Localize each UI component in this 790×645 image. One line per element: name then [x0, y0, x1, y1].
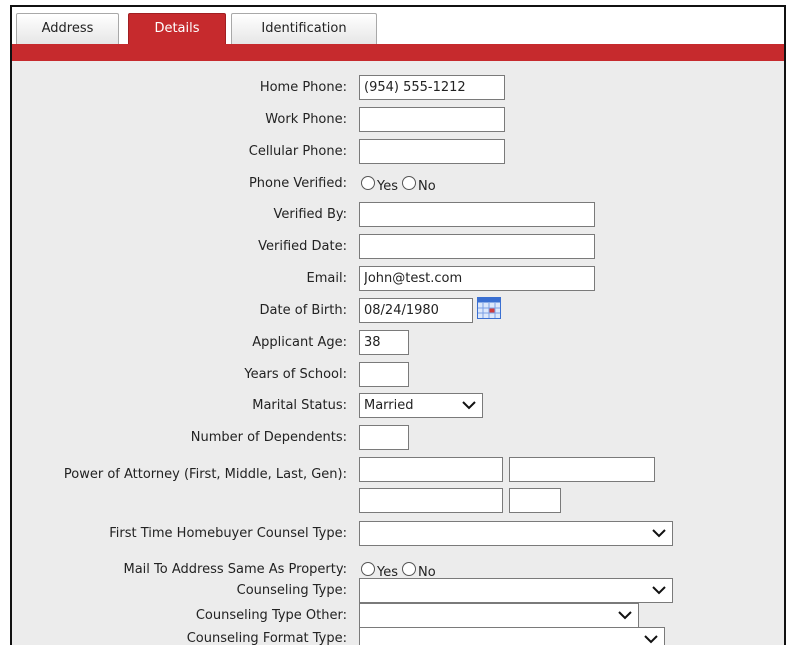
- chevron-down-icon: [618, 611, 632, 620]
- date-of-birth-field[interactable]: [359, 298, 473, 323]
- phone-verified-no-label: No: [418, 178, 436, 194]
- phone-verified-label: Phone Verified:: [248, 176, 347, 191]
- tab-bar: Address Details Identification: [12, 7, 784, 44]
- marital-status-label: Marital Status:: [252, 398, 347, 413]
- power-of-attorney-last-field[interactable]: [359, 488, 503, 513]
- details-panel: Address Details Identification Home Phon…: [10, 5, 786, 645]
- verified-date-field[interactable]: [359, 234, 595, 259]
- home-phone-field[interactable]: [359, 75, 505, 100]
- number-of-dependents-label: Number of Dependents:: [190, 430, 347, 445]
- number-of-dependents-field[interactable]: [359, 425, 409, 450]
- home-phone-label: Home Phone:: [259, 80, 347, 95]
- power-of-attorney-label: Power of Attorney (First, Middle, Last, …: [63, 467, 347, 482]
- work-phone-field[interactable]: [359, 107, 505, 132]
- applicant-age-field[interactable]: [359, 330, 409, 355]
- email-field[interactable]: [359, 266, 595, 291]
- phone-verified-no-radio[interactable]: [402, 176, 416, 190]
- counseling-type-select[interactable]: [359, 578, 673, 603]
- work-phone-label: Work Phone:: [265, 112, 347, 127]
- chevron-down-icon: [652, 586, 666, 595]
- verified-date-label: Verified Date:: [258, 239, 347, 254]
- power-of-attorney-middle-field[interactable]: [509, 457, 655, 482]
- tab-address[interactable]: Address: [16, 13, 119, 44]
- first-time-homebuyer-counsel-type-label: First Time Homebuyer Counsel Type:: [109, 526, 347, 541]
- chevron-down-icon: [652, 529, 666, 538]
- years-of-school-label: Years of School:: [244, 367, 347, 382]
- cellular-phone-label: Cellular Phone:: [248, 144, 347, 159]
- email-label: Email:: [306, 271, 347, 286]
- marital-status-select[interactable]: Married: [359, 393, 483, 418]
- chevron-down-icon: [644, 635, 658, 644]
- counseling-type-other-label: Counseling Type Other:: [195, 608, 347, 623]
- phone-verified-yes-radio[interactable]: [361, 176, 375, 190]
- marital-status-value: Married: [364, 398, 414, 413]
- verified-by-label: Verified By:: [273, 207, 347, 222]
- mail-to-address-same-radio-group: Yes No: [361, 559, 440, 580]
- mail-to-address-same-no-radio[interactable]: [402, 562, 416, 576]
- chevron-down-icon: [462, 401, 476, 410]
- counseling-format-type-select[interactable]: [359, 627, 665, 645]
- counseling-format-type-label: Counseling Format Type:: [186, 631, 347, 645]
- mail-to-address-same-label: Mail To Address Same As Property:: [123, 562, 347, 577]
- tab-accent-bar: [12, 44, 784, 61]
- power-of-attorney-first-field[interactable]: [359, 457, 503, 482]
- date-of-birth-label: Date of Birth:: [259, 303, 347, 318]
- mail-to-address-same-yes-radio[interactable]: [361, 562, 375, 576]
- phone-verified-radio-group: Yes No: [361, 173, 440, 194]
- first-time-homebuyer-counsel-type-select[interactable]: [359, 521, 673, 546]
- verified-by-field[interactable]: [359, 202, 595, 227]
- applicant-age-label: Applicant Age:: [252, 335, 347, 350]
- counseling-type-other-select[interactable]: [359, 603, 639, 628]
- years-of-school-field[interactable]: [359, 362, 409, 387]
- cellular-phone-field[interactable]: [359, 139, 505, 164]
- counseling-type-label: Counseling Type:: [236, 583, 347, 598]
- calendar-icon[interactable]: [477, 297, 501, 319]
- tab-details[interactable]: Details: [128, 13, 226, 44]
- power-of-attorney-gen-field[interactable]: [509, 488, 561, 513]
- tab-identification[interactable]: Identification: [231, 13, 377, 44]
- phone-verified-yes-label: Yes: [377, 178, 398, 194]
